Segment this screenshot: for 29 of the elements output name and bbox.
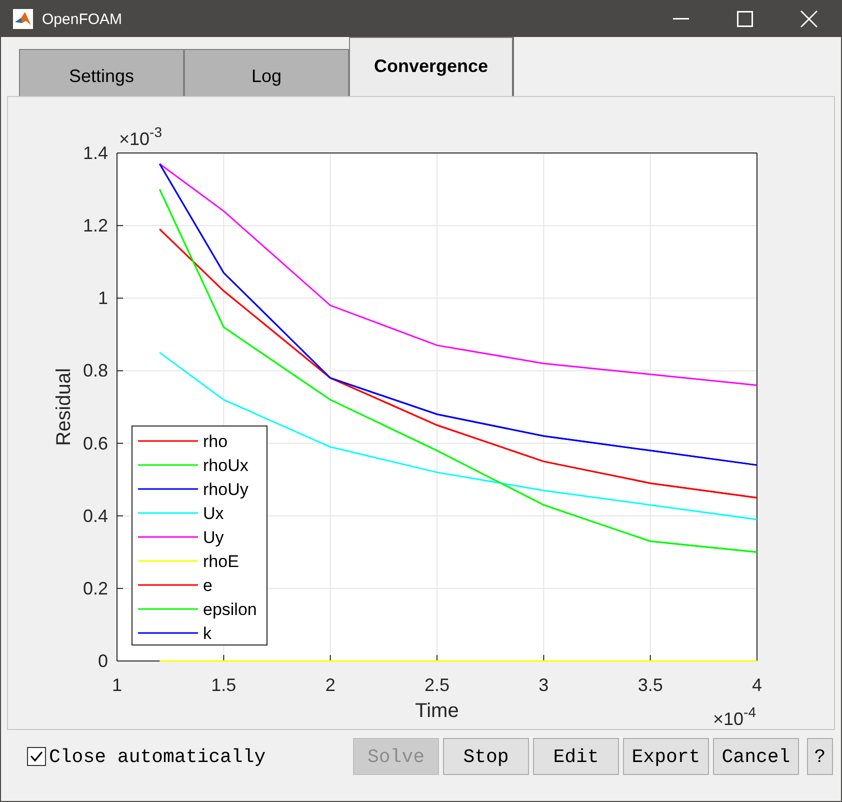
legend-label: rho <box>203 432 228 451</box>
tick-label: 0.8 <box>82 360 108 381</box>
tick-label: 0.2 <box>82 578 108 598</box>
tick-label: 1.5 <box>211 675 236 695</box>
legend-label: rhoUx <box>203 456 248 475</box>
axis-multiplier: ×10$^{-4}$ <box>713 704 756 729</box>
legend-label: epsilon <box>203 600 257 619</box>
legend-label: rhoE <box>203 552 239 571</box>
tick-label: 3.5 <box>638 675 663 695</box>
tick-label: 1 <box>112 675 122 695</box>
tick-label: 4 <box>752 675 762 695</box>
tick-label: 2.5 <box>424 675 450 695</box>
legend-label: rhoUy <box>203 480 248 499</box>
tick-label: 1.2 <box>82 216 108 236</box>
axis-title: Residual <box>53 368 75 446</box>
legend-label: Uy <box>203 528 224 547</box>
legend-label: Ux <box>203 504 224 523</box>
legend-label: k <box>203 624 212 643</box>
tick-label: 0.6 <box>82 433 108 454</box>
tick-label: 2 <box>325 675 336 695</box>
axis-title: Time <box>415 700 459 722</box>
axis-multiplier: ×10$^{-3}$ <box>119 124 162 149</box>
tick-label: 1.4 <box>82 143 108 163</box>
window-title: OpenFOAM <box>42 10 124 28</box>
legend-label: e <box>203 576 212 595</box>
tick-label: 3 <box>538 675 549 695</box>
tick-label: 1 <box>98 288 108 308</box>
tick-label: 0 <box>98 651 108 671</box>
tick-label: 0.4 <box>82 506 108 526</box>
